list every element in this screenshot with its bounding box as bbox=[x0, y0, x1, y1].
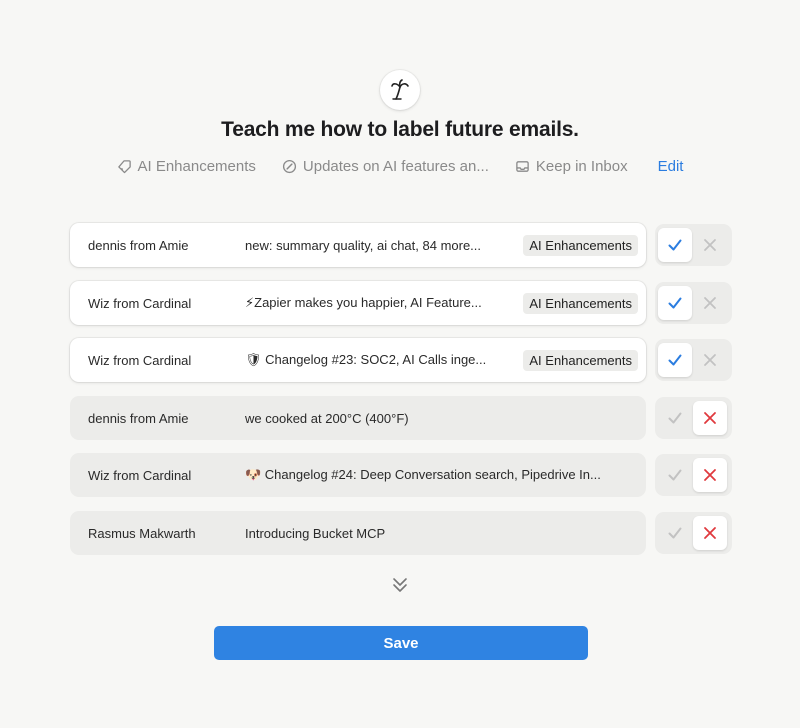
review-actions bbox=[655, 282, 732, 324]
rule-summary: AI Enhancements Updates on AI features a… bbox=[0, 155, 800, 177]
review-actions bbox=[655, 397, 732, 439]
review-actions bbox=[655, 224, 732, 266]
x-icon bbox=[704, 239, 716, 251]
check-icon bbox=[668, 469, 682, 481]
check-icon bbox=[668, 527, 682, 539]
save-button[interactable]: Save bbox=[214, 626, 588, 660]
rule-action-text: Keep in Inbox bbox=[535, 157, 628, 175]
email-row[interactable]: dennis from Amie we cooked at 200°C (400°… bbox=[70, 396, 646, 440]
email-subject: we cooked at 200°C (400°F) bbox=[245, 410, 409, 426]
rule-label-text: AI Enhancements bbox=[137, 157, 256, 175]
approve-button[interactable] bbox=[658, 286, 692, 320]
reject-button[interactable] bbox=[693, 401, 727, 435]
email-sender: dennis from Amie bbox=[88, 237, 189, 253]
rule-description-text: Updates on AI features an... bbox=[302, 157, 489, 175]
label-tag: AI Enhancements bbox=[523, 235, 638, 256]
show-more-button[interactable] bbox=[391, 575, 409, 595]
label-tag: AI Enhancements bbox=[523, 350, 638, 371]
rule-description: Updates on AI features an... bbox=[282, 158, 489, 175]
reject-button[interactable] bbox=[693, 516, 727, 550]
label-tag: AI Enhancements bbox=[523, 293, 638, 314]
email-subject: Introducing Bucket MCP bbox=[245, 525, 386, 541]
rule-label: AI Enhancements bbox=[117, 158, 256, 175]
email-subject: new: summary quality, ai chat, 84 more..… bbox=[245, 237, 482, 253]
check-icon bbox=[668, 412, 682, 424]
edit-icon bbox=[282, 159, 296, 173]
x-icon bbox=[704, 412, 716, 424]
edit-rule-link[interactable]: Edit bbox=[658, 158, 684, 175]
email-subject: 🛡 Changelog #23: SOC2, AI Calls inge... bbox=[245, 352, 487, 367]
email-sender: Wiz from Cardinal bbox=[88, 352, 192, 368]
reject-button[interactable] bbox=[693, 458, 727, 492]
x-icon bbox=[704, 297, 716, 309]
review-actions bbox=[655, 512, 732, 554]
email-row[interactable]: Rasmus Makwarth Introducing Bucket MCP bbox=[70, 511, 646, 555]
x-icon bbox=[704, 527, 716, 539]
reject-button[interactable] bbox=[693, 228, 727, 262]
page-title: Teach me how to label future emails. bbox=[221, 118, 579, 141]
approve-button[interactable] bbox=[658, 228, 692, 262]
email-sender: dennis from Amie bbox=[88, 410, 189, 426]
approve-button[interactable] bbox=[658, 401, 692, 435]
email-subject: 🐶 Changelog #24: Deep Conversation searc… bbox=[245, 467, 601, 482]
email-row[interactable]: Wiz from Cardinal 🐶 Changelog #24: Deep C… bbox=[70, 453, 646, 497]
tag-icon bbox=[117, 159, 131, 173]
reject-button[interactable] bbox=[693, 286, 727, 320]
x-icon bbox=[704, 354, 716, 366]
approve-button[interactable] bbox=[658, 458, 692, 492]
x-icon bbox=[704, 469, 716, 481]
email-sender: Rasmus Makwarth bbox=[88, 525, 196, 541]
rule-action: Keep in Inbox bbox=[515, 158, 628, 175]
email-subject: ⚡Zapier makes you happier, AI Feature... bbox=[245, 295, 482, 310]
app-logo bbox=[380, 70, 420, 110]
email-sender: Wiz from Cardinal bbox=[88, 467, 192, 483]
check-icon bbox=[668, 239, 682, 251]
check-icon bbox=[668, 297, 682, 309]
email-sender: Wiz from Cardinal bbox=[88, 295, 192, 311]
chevrons-down-icon bbox=[393, 578, 407, 592]
approve-button[interactable] bbox=[658, 343, 692, 377]
reject-button[interactable] bbox=[693, 343, 727, 377]
review-actions bbox=[655, 339, 732, 381]
inbox-icon bbox=[516, 160, 529, 172]
approve-button[interactable] bbox=[658, 516, 692, 550]
email-row[interactable]: Wiz from Cardinal 🛡 Changelog #23: SOC2, … bbox=[70, 338, 646, 382]
palm-tree-icon bbox=[391, 79, 409, 100]
check-icon bbox=[668, 354, 682, 366]
review-actions bbox=[655, 454, 732, 496]
email-row[interactable]: Wiz from Cardinal ⚡Zapier makes you happi… bbox=[70, 281, 646, 325]
email-row[interactable]: dennis from Amie new: summary quality, ai… bbox=[70, 223, 646, 267]
